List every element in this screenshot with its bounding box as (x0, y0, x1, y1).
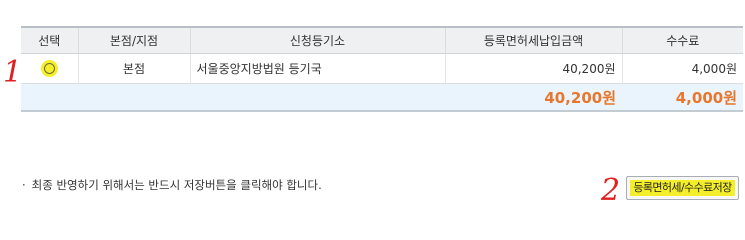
annotation-marker-1: 1 (3, 55, 23, 90)
total-row: 40,200원 4,000원 (21, 83, 743, 112)
total-fee: 4,000원 (622, 83, 743, 112)
registration-fee-table: 선택 본점/지점 신청등기소 등록면허세납입금액 수수료 본점 서울중앙지방법원… (21, 26, 743, 112)
annotation-marker-2: 2 (601, 173, 621, 208)
total-tax-amount: 40,200원 (445, 83, 622, 112)
save-fee-button-label: 등록면허세/수수료저장 (630, 180, 735, 196)
notice: · 최종 반영하기 위해서는 반드시 저장버튼을 클릭해야 합니다. (22, 177, 322, 193)
header-fee: 수수료 (621, 26, 743, 54)
header-tax-amount: 등록면허세납입금액 (444, 26, 622, 54)
notice-text: 최종 반영하기 위해서는 반드시 저장버튼을 클릭해야 합니다. (31, 178, 322, 192)
select-radio[interactable] (40, 60, 58, 77)
table-header-row: 선택 본점/지점 신청등기소 등록면허세납입금액 수수료 (21, 26, 743, 54)
save-fee-button[interactable]: 등록면허세/수수료저장 (626, 176, 739, 200)
header-select: 선택 (21, 26, 78, 54)
select-cell (21, 53, 78, 84)
notice-bullet: · (22, 178, 26, 192)
total-spacer (78, 83, 190, 112)
page: 선택 본점/지점 신청등기소 등록면허세납입금액 수수료 본점 서울중앙지방법원… (0, 0, 745, 216)
header-branch: 본점/지점 (77, 26, 190, 54)
tax-amount-cell: 40,200원 (444, 53, 622, 84)
total-spacer (190, 83, 445, 112)
branch-cell: 본점 (77, 53, 190, 84)
table-row: 본점 서울중앙지방법원 등기국 40,200원 4,000원 (21, 53, 743, 84)
office-cell: 서울중앙지방법원 등기국 (189, 53, 445, 84)
fee-cell: 4,000원 (621, 53, 743, 84)
header-office: 신청등기소 (189, 26, 445, 54)
total-spacer (21, 83, 78, 112)
